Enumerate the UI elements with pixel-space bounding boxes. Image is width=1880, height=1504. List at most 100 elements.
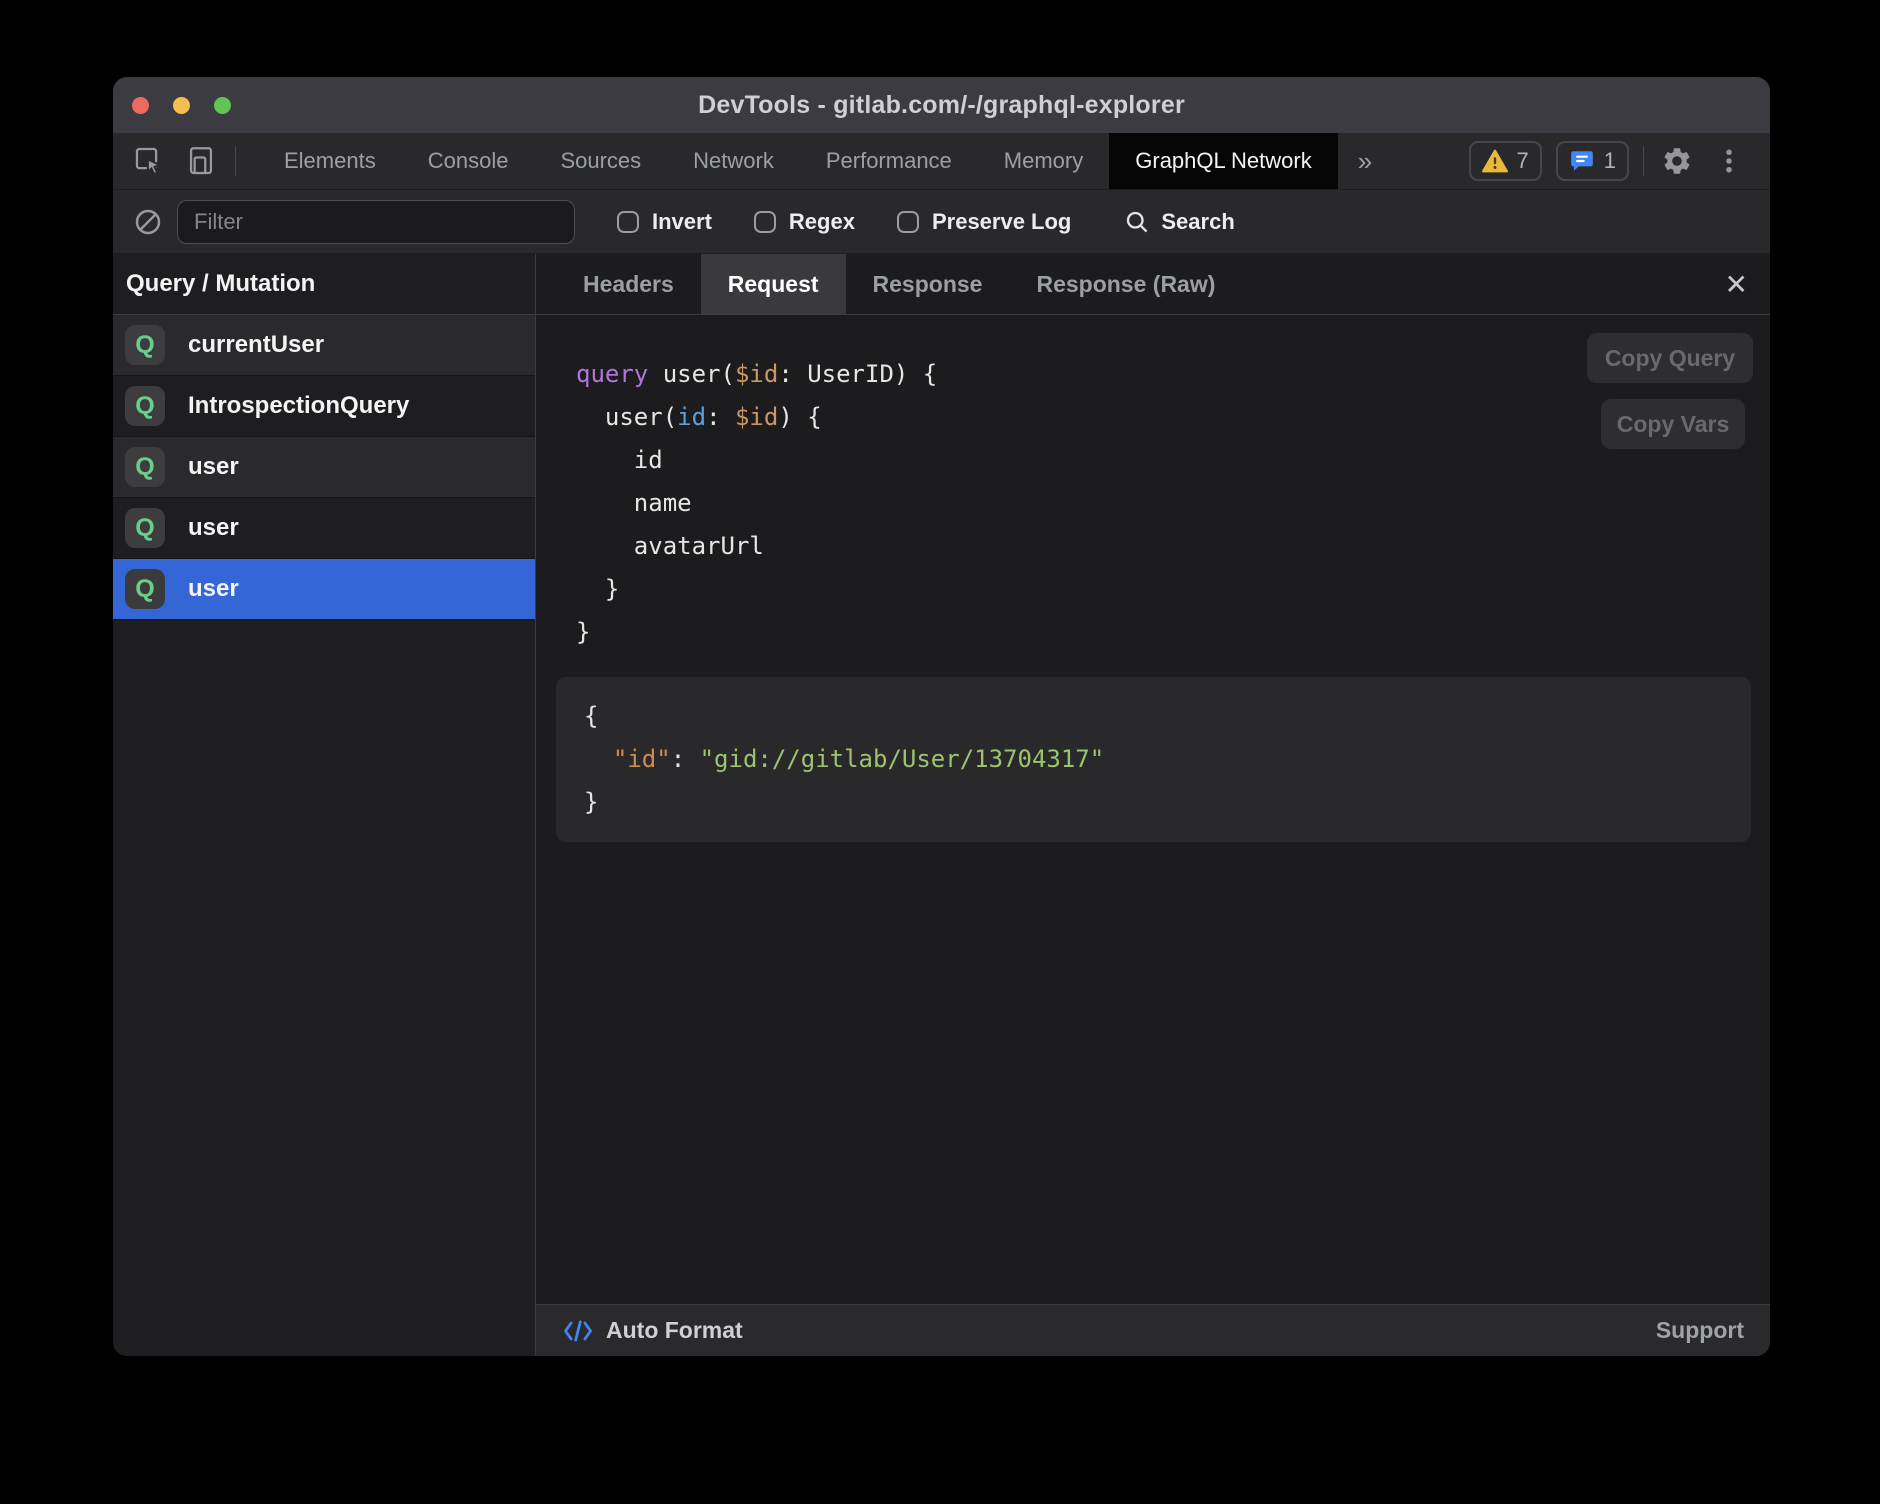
graphql-variables-box: { "id": "gid://gitlab/User/13704317"} [556, 677, 1751, 842]
preserve-log-checkbox-group: Preserve Log [897, 209, 1071, 235]
regex-label[interactable]: Regex [789, 209, 855, 235]
regex-checkbox[interactable] [754, 211, 776, 233]
code-token: query [576, 360, 648, 388]
query-list-header: Query / Mutation [113, 254, 535, 315]
list-item-currentuser[interactable]: Q currentUser [113, 315, 535, 376]
code-line: user(id: $id) { [576, 396, 1770, 439]
invert-checkbox[interactable] [617, 211, 639, 233]
tab-graphql-network[interactable]: GraphQL Network [1109, 133, 1337, 189]
code-token: } [576, 618, 590, 646]
code-line: id [576, 439, 1770, 482]
code-token: "gid://gitlab/User/13704317" [700, 745, 1105, 773]
code-brackets-icon [562, 1318, 594, 1344]
code-token: id [576, 446, 663, 474]
support-link[interactable]: Support [1656, 1317, 1744, 1344]
code-line: } [576, 568, 1770, 611]
invert-label[interactable]: Invert [652, 209, 712, 235]
code-line: "id": "gid://gitlab/User/13704317" [584, 738, 1723, 781]
clear-requests-icon[interactable] [133, 207, 163, 237]
title-bar: DevTools - gitlab.com/-/graphql-explorer [113, 77, 1770, 133]
list-item-user-2[interactable]: Q user [113, 498, 535, 559]
code-token: name [576, 489, 692, 517]
tab-response-raw[interactable]: Response (Raw) [1009, 254, 1242, 314]
code-token: } [584, 788, 598, 816]
copy-vars-button[interactable]: Copy Vars [1601, 399, 1745, 449]
panel-tabs: Elements Console Sources Network Perform… [258, 133, 1392, 189]
code-token: : [671, 745, 700, 773]
code-line: avatarUrl [576, 525, 1770, 568]
regex-checkbox-group: Regex [754, 209, 855, 235]
list-item-label: IntrospectionQuery [188, 392, 409, 420]
issues-badge[interactable]: 1 [1556, 141, 1629, 181]
request-tab-content: query user($id: UserID) { user(id: $id) … [536, 315, 1770, 1304]
code-line: name [576, 482, 1770, 525]
tab-network[interactable]: Network [667, 133, 800, 189]
code-token: : [706, 403, 735, 431]
toolbar-right-controls: 7 1 [1469, 133, 1771, 189]
code-token [584, 745, 613, 773]
graphql-query-code: query user($id: UserID) { user(id: $id) … [576, 353, 1770, 654]
query-type-badge: Q [125, 508, 165, 548]
code-token: { [584, 702, 598, 730]
tab-sources[interactable]: Sources [534, 133, 667, 189]
list-item-label: user [188, 575, 239, 603]
query-list-panel: Query / Mutation Q currentUser Q Introsp… [113, 254, 536, 1356]
code-token: avatarUrl [576, 532, 764, 560]
tab-request[interactable]: Request [701, 254, 846, 314]
copy-query-button[interactable]: Copy Query [1587, 333, 1753, 383]
warning-count: 7 [1517, 148, 1529, 174]
more-tabs-chevron[interactable]: » [1338, 133, 1392, 189]
tab-memory[interactable]: Memory [978, 133, 1109, 189]
preserve-log-label[interactable]: Preserve Log [932, 209, 1071, 235]
query-type-badge: Q [125, 386, 165, 426]
tab-headers[interactable]: Headers [556, 254, 701, 314]
code-line: } [576, 611, 1770, 654]
code-token: : UserID) { [778, 360, 937, 388]
list-item-label: user [188, 514, 239, 542]
preserve-log-checkbox[interactable] [897, 211, 919, 233]
detail-tab-bar: Headers Request Response Response (Raw) … [536, 254, 1770, 315]
issues-count: 1 [1604, 148, 1616, 174]
list-item-user-1[interactable]: Q user [113, 437, 535, 498]
auto-format-control[interactable]: Auto Format [562, 1317, 743, 1344]
invert-checkbox-group: Invert [617, 209, 712, 235]
search-icon [1123, 208, 1151, 236]
code-token: $id [735, 403, 778, 431]
list-item-label: currentUser [188, 331, 324, 359]
devtools-window: DevTools - gitlab.com/-/graphql-explorer… [113, 77, 1770, 1356]
query-type-badge: Q [125, 569, 165, 609]
warning-icon [1482, 149, 1508, 173]
request-detail-panel: Headers Request Response Response (Raw) … [536, 254, 1770, 1356]
code-token: user( [648, 360, 735, 388]
tab-response[interactable]: Response [846, 254, 1010, 314]
code-token: } [576, 575, 619, 603]
search-label: Search [1161, 209, 1234, 235]
list-item-user-3-selected[interactable]: Q user [113, 559, 535, 620]
code-token: "id" [613, 745, 671, 773]
code-token: ) { [778, 403, 821, 431]
devtools-toolbar: Elements Console Sources Network Perform… [113, 133, 1770, 190]
tab-console[interactable]: Console [402, 133, 535, 189]
tab-performance[interactable]: Performance [800, 133, 978, 189]
tab-elements[interactable]: Elements [258, 133, 402, 189]
search-control[interactable]: Search [1123, 208, 1234, 236]
code-token: user( [576, 403, 677, 431]
list-item-label: user [188, 453, 239, 481]
code-token: $id [735, 360, 778, 388]
detail-status-bar: Auto Format Support [536, 1304, 1770, 1356]
message-bubble-icon [1569, 148, 1595, 174]
toolbar-right-divider [1643, 146, 1644, 176]
settings-gear-icon[interactable] [1658, 142, 1696, 180]
inspect-element-icon[interactable] [131, 143, 167, 179]
list-item-introspectionquery[interactable]: Q IntrospectionQuery [113, 376, 535, 437]
filter-bar: Invert Regex Preserve Log Search [113, 190, 1770, 254]
auto-format-label: Auto Format [606, 1317, 743, 1344]
device-toolbar-icon[interactable] [183, 143, 219, 179]
warnings-badge[interactable]: 7 [1469, 141, 1542, 181]
more-options-icon[interactable] [1710, 142, 1748, 180]
query-type-badge: Q [125, 447, 165, 487]
code-line: { [584, 695, 1723, 738]
close-detail-icon[interactable]: ✕ [1725, 268, 1748, 301]
code-line: } [584, 781, 1723, 824]
filter-input[interactable] [177, 200, 575, 244]
